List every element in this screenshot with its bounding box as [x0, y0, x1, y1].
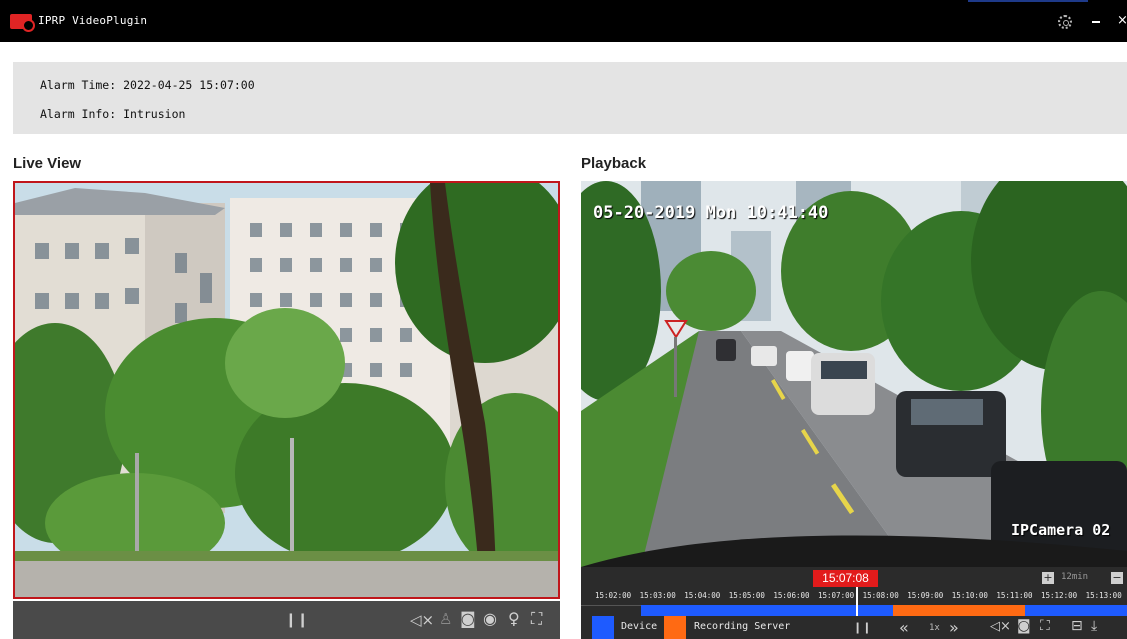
speed-label: 1x: [929, 623, 940, 633]
playback-timeline[interactable]: 15:07:08 + 12min − 15:02:00 15:03:00 15:04…: [581, 567, 1127, 616]
alarm-info-row: Alarm Info: Intrusion: [40, 107, 185, 121]
legend-server-label: Recording Server: [694, 621, 791, 632]
timeline-tick-label: 15:05:00: [728, 591, 765, 600]
snapshot-icon[interactable]: ◙: [1017, 618, 1031, 634]
alarm-time-value: 2022-04-25 15:07:00: [123, 78, 255, 92]
alarm-time-row: Alarm Time: 2022-04-25 15:07:00: [40, 78, 255, 92]
record-icon[interactable]: ◉: [483, 609, 497, 628]
timeline-tick-label: 15:09:00: [907, 591, 944, 600]
timeline-tick-label: 15:10:00: [951, 591, 988, 600]
timeline-tick-label: 15:07:00: [818, 591, 855, 600]
fullscreen-icon[interactable]: ⛶: [531, 609, 542, 629]
alarm-info-value: Intrusion: [123, 107, 186, 121]
pause-icon[interactable]: ❙❙: [853, 621, 871, 634]
rewind-icon[interactable]: «: [899, 618, 909, 637]
playback-video[interactable]: 05-20-2019 Mon 10:41:40 IPCamera 02: [581, 181, 1127, 567]
live-view-title: Live View: [13, 155, 82, 172]
playback-control-bar: Device Recording Server ❙❙ « 1x » ◁× ◙ ⛶…: [581, 616, 1127, 639]
snapshot-icon[interactable]: ◙: [460, 609, 476, 628]
fullscreen-icon[interactable]: ⛶: [1040, 618, 1050, 634]
playback-scene: [581, 181, 1127, 567]
pause-icon[interactable]: ❙❙: [285, 612, 308, 628]
gear-icon[interactable]: [1058, 15, 1072, 29]
timeline-track[interactable]: [581, 602, 1127, 616]
timeline-tick-label: 15:12:00: [1041, 591, 1078, 600]
alarm-info-panel: Alarm Time: 2022-04-25 15:07:00 Alarm In…: [13, 62, 1127, 134]
current-time-badge: 15:07:08: [813, 570, 878, 587]
mute-icon[interactable]: ◁×: [990, 619, 1011, 634]
playback-osd-timestamp: 05-20-2019 Mon 10:41:40: [593, 203, 829, 223]
empty-segment: [581, 605, 641, 616]
timeline-ticks: 15:02:00 15:03:00 15:04:00 15:05:00 15:06:00…: [581, 591, 1127, 601]
clip-icon[interactable]: ⊟: [1071, 618, 1083, 634]
app-icon: [10, 14, 35, 32]
mic-icon[interactable]: ♙: [439, 610, 452, 628]
timeline-tick-label: 15:08:00: [862, 591, 899, 600]
timeline-tick-label: 15:11:00: [996, 591, 1033, 600]
timeline-tick-label: 15:13:00: [1085, 591, 1122, 600]
zoom-out-button[interactable]: −: [1111, 572, 1123, 584]
timeline-tick-label: 15:06:00: [773, 591, 810, 600]
playback-title: Playback: [581, 155, 647, 172]
timeline-cursor[interactable]: [856, 587, 858, 616]
download-icon[interactable]: ⤓: [1091, 618, 1097, 634]
mute-icon[interactable]: ◁×: [410, 611, 434, 629]
server-segment: [893, 605, 1025, 616]
playback-osd-camera: IPCamera 02: [1011, 521, 1111, 539]
zoom-in-button[interactable]: +: [1042, 572, 1054, 584]
alarm-info-label: Alarm Info:: [40, 107, 117, 121]
legend-device-swatch: [592, 616, 614, 639]
window-title: IPRP VideoPlugin: [38, 14, 148, 27]
person-icon[interactable]: ♀: [508, 609, 520, 628]
timeline-tick-label: 15:03:00: [639, 591, 676, 600]
live-control-bar: ❙❙ ◁× ♙ ◙ ◉ ♀ ⛶: [13, 601, 560, 639]
live-video[interactable]: [13, 181, 560, 599]
live-scene: [15, 183, 558, 597]
zoom-level: 12min: [1061, 572, 1089, 582]
legend-server-swatch: [664, 616, 686, 639]
timeline-tick-label: 15:02:00: [595, 591, 632, 600]
title-bar: IPRP VideoPlugin ×: [0, 0, 1127, 42]
minimize-icon[interactable]: [1092, 21, 1100, 23]
title-accent-line: [968, 0, 1088, 2]
device-segment: [1025, 605, 1127, 616]
timeline-tick-label: 15:04:00: [684, 591, 721, 600]
forward-icon[interactable]: »: [949, 618, 959, 637]
legend-device-label: Device: [621, 621, 658, 632]
alarm-time-label: Alarm Time:: [40, 78, 117, 92]
close-icon[interactable]: ×: [1117, 13, 1127, 28]
